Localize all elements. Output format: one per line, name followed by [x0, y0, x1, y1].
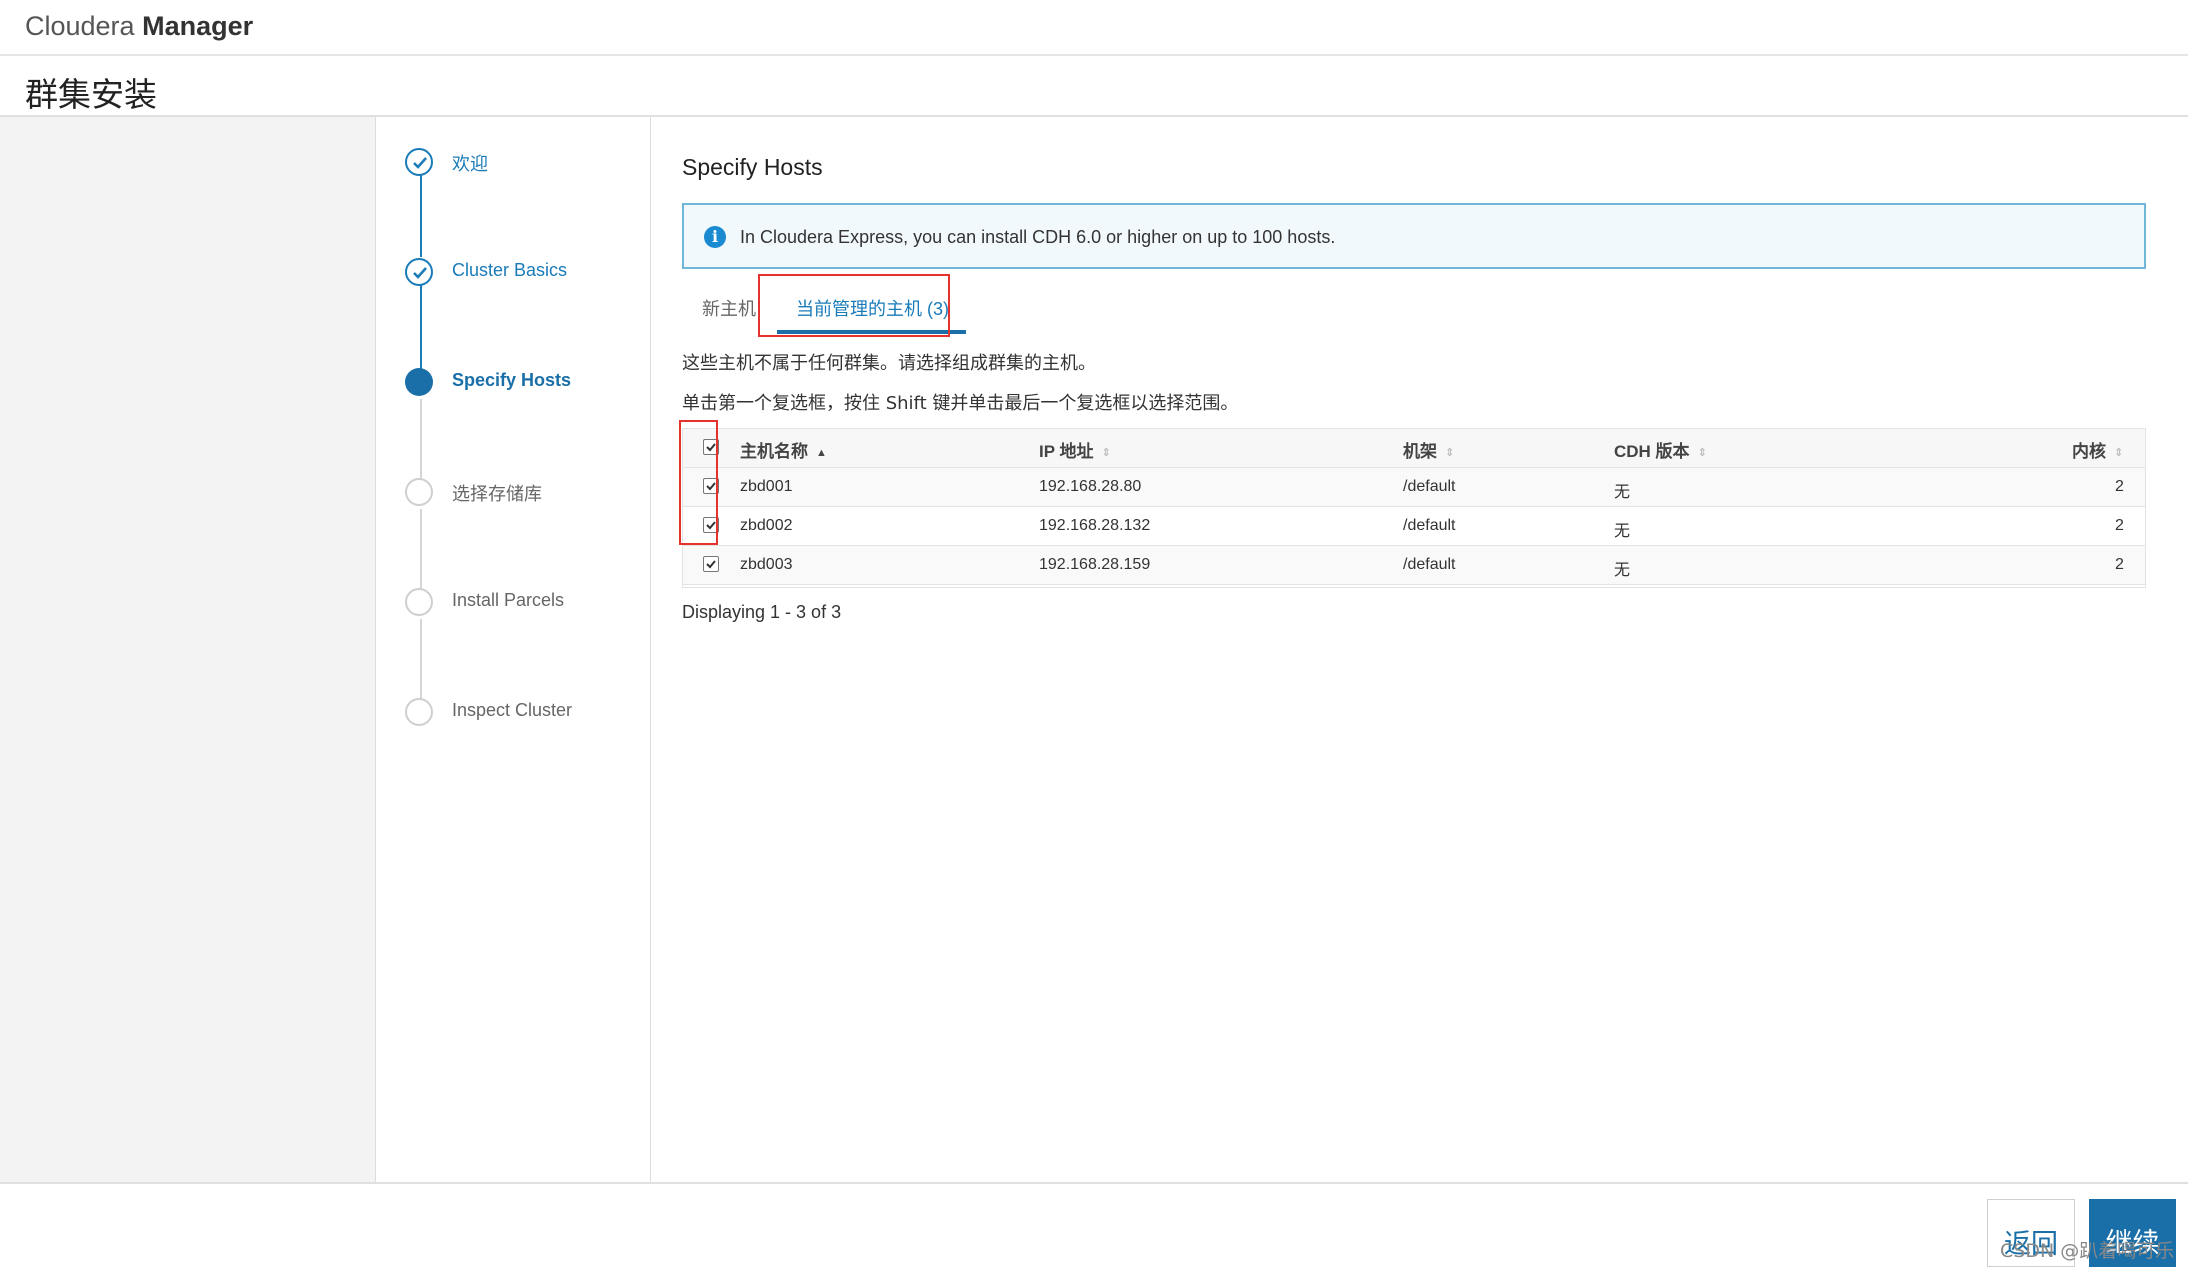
cell-hostname: zbd001	[740, 478, 793, 495]
column-header-cores[interactable]: 内核 ⇕	[2072, 437, 2123, 462]
pending-step-circle-icon	[405, 588, 433, 616]
cell-cores: 2	[2115, 556, 2124, 573]
hint-text: 单击第一个复选框，按住 Shift 键并单击最后一个复选框以选择范围。	[682, 393, 1239, 414]
sort-icon: ⇕	[1101, 447, 1111, 460]
check-icon	[405, 258, 433, 286]
step-label: 选择存储库	[452, 484, 542, 504]
cell-ip: 192.168.28.80	[1039, 478, 1142, 495]
step-connector	[420, 275, 422, 380]
section-title: Specify Hosts	[682, 154, 823, 180]
brand-light: Cloudera	[25, 11, 143, 41]
step-label: Inspect Cluster	[452, 700, 573, 720]
cell-cdh-version: 无	[1614, 521, 1631, 540]
left-blank-panel	[0, 117, 376, 1182]
highlight-box-checkboxes	[679, 420, 718, 545]
hint-text: 这些主机不属于任何群集。请选择组成群集的主机。	[682, 353, 1096, 374]
wizard-steps-panel: 欢迎 Cluster Basics Specify Hosts 选择存储库 In…	[377, 117, 651, 1182]
info-alert: i In Cloudera Express, you can install C…	[682, 203, 2146, 269]
row-checkbox[interactable]	[703, 556, 719, 572]
column-header-rack[interactable]: 机架 ⇕	[1403, 437, 1454, 462]
info-text: In Cloudera Express, you can install CDH…	[740, 227, 1336, 247]
step-label: 欢迎	[452, 154, 488, 174]
top-bar: Cloudera Manager	[0, 0, 2188, 56]
main-content: Specify Hosts i In Cloudera Express, you…	[651, 117, 2188, 1182]
cell-ip: 192.168.28.132	[1039, 517, 1151, 534]
cell-rack: /default	[1403, 478, 1456, 495]
tab-new-hosts[interactable]: 新主机	[702, 295, 756, 321]
table-row[interactable]: zbd003 192.168.28.159 /default 无 2	[683, 546, 2145, 585]
column-header-cdh-version[interactable]: CDH 版本 ⇕	[1614, 437, 1707, 462]
column-header-label: 主机名称	[740, 442, 808, 461]
table-header-row: 主机名称 ▲ IP 地址 ⇕ 机架 ⇕ CDH 版本 ⇕ 内核 ⇕	[683, 429, 2145, 468]
brand-bold: Manager	[142, 11, 254, 41]
column-header-hostname[interactable]: 主机名称 ▲	[740, 437, 827, 462]
column-header-ip[interactable]: IP 地址 ⇕	[1039, 437, 1111, 462]
step-label: Install Parcels	[452, 590, 565, 610]
sort-asc-icon: ▲	[816, 446, 827, 459]
sort-icon: ⇕	[1445, 447, 1455, 460]
title-bar: 群集安装	[0, 56, 2188, 117]
step-connector	[420, 165, 422, 257]
column-header-label: 机架	[1403, 442, 1437, 461]
cell-cdh-version: 无	[1614, 482, 1631, 501]
step-label: Specify Hosts	[452, 370, 572, 390]
step-label: Cluster Basics	[452, 260, 568, 280]
info-icon: i	[704, 226, 726, 248]
cell-hostname: zbd003	[740, 556, 793, 573]
sort-icon: ⇕	[1697, 447, 1707, 460]
brand-logo[interactable]: Cloudera Manager	[25, 11, 253, 42]
hosts-table: 主机名称 ▲ IP 地址 ⇕ 机架 ⇕ CDH 版本 ⇕ 内核 ⇕ zbd001 192.…	[682, 428, 2146, 588]
cell-rack: /default	[1403, 517, 1456, 534]
page-title: 群集安装	[25, 75, 157, 114]
pagination-status: Displaying 1 - 3 of 3	[682, 602, 842, 622]
cell-cores: 2	[2115, 478, 2124, 495]
check-icon	[405, 148, 433, 176]
column-header-label: IP 地址	[1039, 442, 1094, 461]
cell-hostname: zbd002	[740, 517, 793, 534]
watermark: CSDN @趴着喝可乐	[2000, 1240, 2175, 1262]
sort-icon: ⇕	[2114, 447, 2124, 460]
cell-cdh-version: 无	[1614, 560, 1631, 579]
current-step-dot-icon	[405, 368, 433, 396]
cell-cores: 2	[2115, 517, 2124, 534]
pending-step-circle-icon	[405, 478, 433, 506]
column-header-label: CDH 版本	[1614, 442, 1690, 461]
column-header-label: 内核	[2072, 442, 2106, 461]
cell-rack: /default	[1403, 556, 1456, 573]
footer-bar: 返回 继续	[0, 1182, 2188, 1269]
cell-ip: 192.168.28.159	[1039, 556, 1151, 573]
table-row[interactable]: zbd001 192.168.28.80 /default 无 2	[683, 468, 2145, 507]
highlight-box-tab	[758, 274, 950, 337]
table-row[interactable]: zbd002 192.168.28.132 /default 无 2	[683, 507, 2145, 546]
pending-step-circle-icon	[405, 698, 433, 726]
